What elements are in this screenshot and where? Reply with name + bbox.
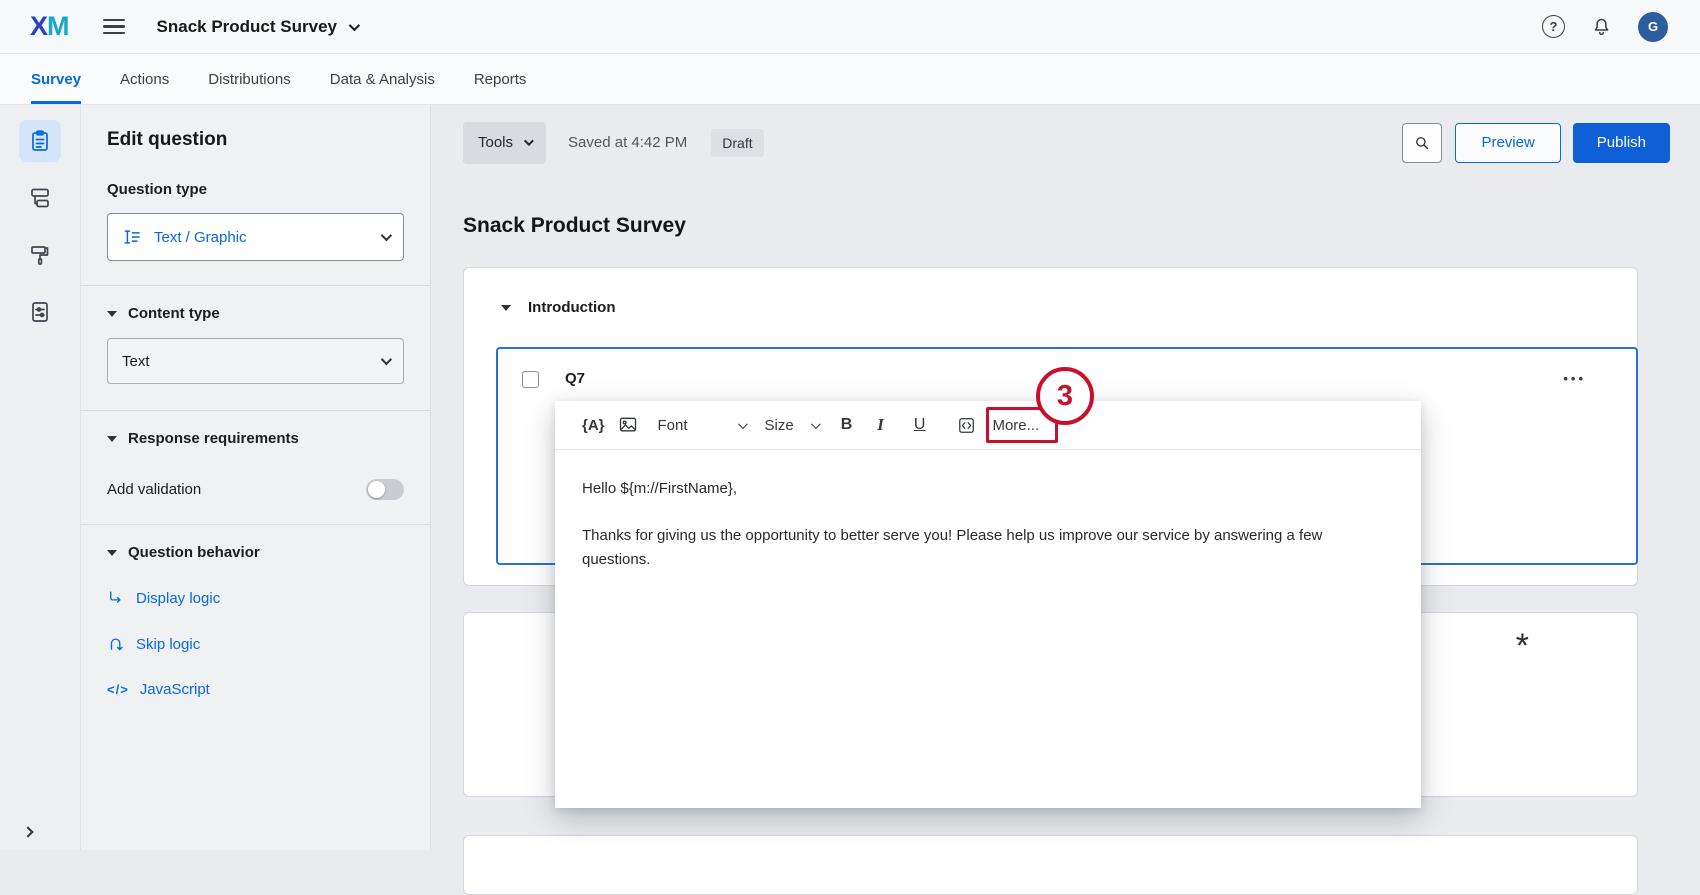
- javascript-icon: </>: [107, 682, 129, 697]
- display-logic-link[interactable]: Display logic: [107, 589, 404, 607]
- response-requirements-label: Response requirements: [128, 430, 299, 447]
- topbar: XM Snack Product Survey ? G: [0, 0, 1700, 54]
- source-code-icon: [957, 416, 976, 435]
- tab-survey[interactable]: Survey: [31, 54, 81, 104]
- response-requirements-header[interactable]: Response requirements: [107, 430, 404, 447]
- content-type-section: Content type Text: [81, 285, 430, 384]
- question-behavior-label: Question behavior: [128, 544, 260, 561]
- panel-title: Edit question: [107, 129, 404, 151]
- chevron-down-icon: [381, 354, 392, 365]
- question-checkbox[interactable]: [522, 371, 539, 388]
- skip-logic-label: Skip logic: [136, 636, 200, 653]
- tab-data-analysis[interactable]: Data & Analysis: [330, 54, 435, 104]
- collapse-triangle-icon: [107, 436, 117, 442]
- help-glyph: ?: [1550, 19, 1558, 34]
- text-graphic-icon: [122, 227, 142, 247]
- italic-button[interactable]: I: [877, 415, 884, 435]
- tools-label: Tools: [478, 134, 513, 151]
- image-icon: [618, 415, 638, 435]
- chevron-down-icon: [524, 136, 534, 146]
- question-more-icon[interactable]: •••: [1563, 371, 1586, 386]
- size-chevron-icon[interactable]: [811, 419, 821, 429]
- canvas-toolbar: Tools Saved at 4:42 PM Draft Preview Pub…: [463, 121, 1670, 164]
- rich-text-editor: {A} Font Size B I U More... Hello ${m://…: [555, 401, 1421, 808]
- introduction-header[interactable]: Introduction: [464, 268, 1637, 347]
- question-type-value: Text / Graphic: [154, 229, 247, 246]
- required-asterisk: *: [1516, 627, 1529, 666]
- search-button[interactable]: [1402, 123, 1442, 163]
- avatar[interactable]: G: [1638, 12, 1668, 42]
- chevron-down-icon: [381, 230, 392, 241]
- notifications-bell-icon[interactable]: [1591, 16, 1612, 37]
- tools-button[interactable]: Tools: [463, 122, 546, 164]
- content-type-value: Text: [122, 353, 150, 370]
- source-code-button[interactable]: [957, 416, 976, 435]
- left-icon-rail: [0, 105, 81, 850]
- project-title: Snack Product Survey: [157, 17, 337, 37]
- javascript-link[interactable]: </> JavaScript: [107, 681, 404, 698]
- display-logic-icon: [107, 589, 125, 607]
- skip-logic-link[interactable]: Skip logic: [107, 635, 404, 653]
- content-type-dropdown[interactable]: Text: [107, 338, 404, 384]
- content-type-label: Content type: [128, 305, 220, 322]
- skip-logic-icon: [107, 635, 125, 653]
- question-behavior-header[interactable]: Question behavior: [107, 544, 404, 561]
- rail-survey-options-icon[interactable]: [19, 291, 61, 333]
- project-title-dropdown[interactable]: Snack Product Survey: [157, 17, 357, 37]
- tab-actions[interactable]: Actions: [120, 54, 169, 104]
- following-question-block[interactable]: [463, 835, 1638, 895]
- question-behavior-section: Question behavior Display logic Skip log…: [81, 524, 430, 698]
- add-validation-label: Add validation: [107, 481, 201, 498]
- rail-survey-builder-icon[interactable]: [19, 120, 61, 162]
- insert-image-button[interactable]: [618, 415, 638, 435]
- collapse-triangle-icon: [107, 311, 117, 317]
- editor-text-area[interactable]: Hello ${m://FirstName}, Thanks for givin…: [555, 450, 1421, 572]
- font-chevron-icon[interactable]: [737, 419, 747, 429]
- primary-nav: Survey Actions Distributions Data & Anal…: [0, 54, 1700, 105]
- draft-badge: Draft: [711, 129, 763, 157]
- rail-survey-flow-icon[interactable]: [19, 177, 61, 219]
- rail-look-feel-icon[interactable]: [19, 234, 61, 276]
- piped-text-button[interactable]: {A}: [582, 417, 605, 434]
- javascript-label: JavaScript: [140, 681, 210, 698]
- logo-m: M: [47, 11, 69, 41]
- underline-button[interactable]: U: [914, 416, 926, 434]
- section-name: Introduction: [528, 299, 615, 316]
- rail-expand-chevron-icon[interactable]: [22, 826, 33, 837]
- editor-paragraph: Thanks for giving us the opportunity to …: [582, 524, 1394, 572]
- search-icon: [1413, 134, 1431, 152]
- tab-distributions[interactable]: Distributions: [208, 54, 291, 104]
- logo-x: X: [30, 11, 47, 41]
- help-icon[interactable]: ?: [1542, 15, 1565, 38]
- question-type-label: Question type: [107, 181, 404, 198]
- hamburger-menu-icon[interactable]: [103, 19, 125, 34]
- editor-paragraph: Hello ${m://FirstName},: [582, 477, 1394, 501]
- annotation-step-badge: 3: [1036, 367, 1094, 425]
- collapse-triangle-icon: [501, 305, 511, 311]
- display-logic-label: Display logic: [136, 590, 220, 607]
- collapse-triangle-icon: [107, 550, 117, 556]
- content-type-header[interactable]: Content type: [107, 305, 404, 322]
- saved-status: Saved at 4:42 PM: [568, 134, 687, 151]
- edit-question-panel: Edit question Question type Text / Graph…: [81, 105, 431, 850]
- xm-logo: XM: [30, 11, 69, 42]
- size-dropdown[interactable]: Size: [765, 417, 794, 434]
- survey-title: Snack Product Survey: [463, 214, 1670, 238]
- annotation-step-number: 3: [1057, 380, 1073, 413]
- font-dropdown[interactable]: Font: [658, 417, 688, 434]
- tab-reports[interactable]: Reports: [474, 54, 527, 104]
- question-id: Q7: [565, 370, 585, 387]
- publish-button[interactable]: Publish: [1573, 123, 1670, 163]
- bold-button[interactable]: B: [841, 416, 853, 434]
- question-type-dropdown[interactable]: Text / Graphic: [107, 213, 404, 261]
- preview-button[interactable]: Preview: [1455, 123, 1560, 163]
- chevron-down-icon: [349, 19, 360, 30]
- add-validation-toggle[interactable]: [366, 479, 404, 500]
- avatar-letter: G: [1648, 19, 1658, 34]
- response-requirements-section: Response requirements Add validation: [81, 410, 430, 500]
